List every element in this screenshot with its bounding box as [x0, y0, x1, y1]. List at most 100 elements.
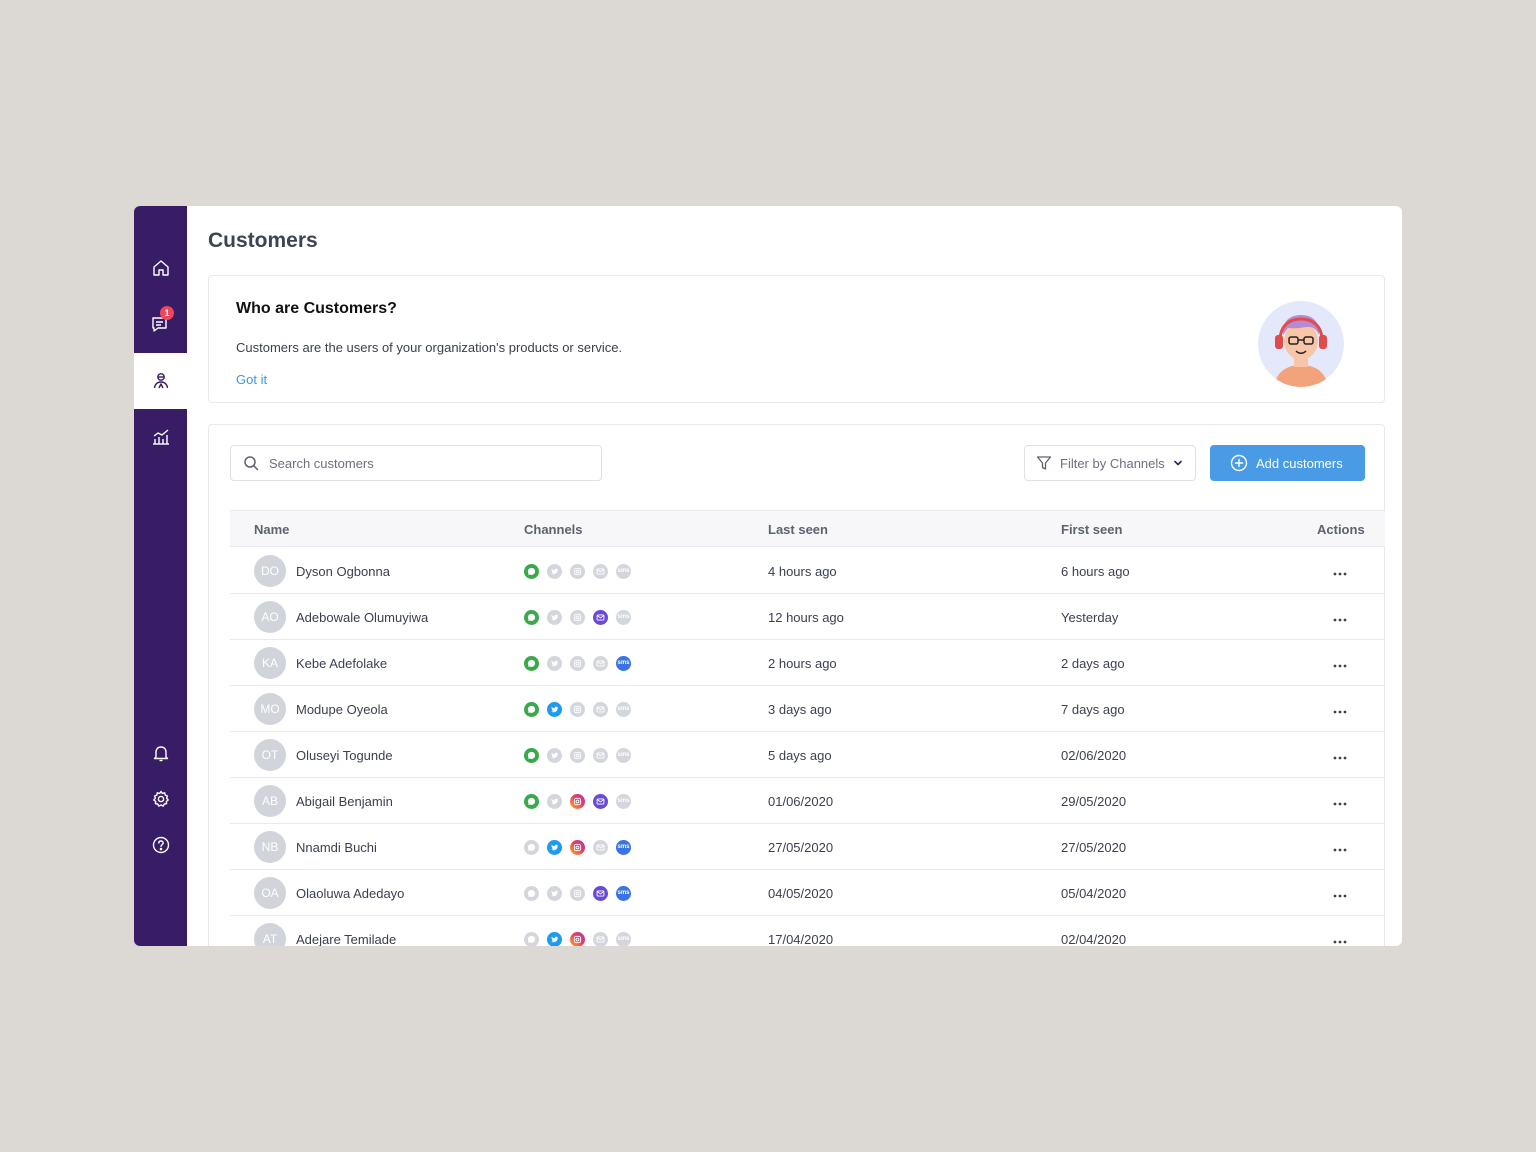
customer-name[interactable]: Nnamdi Buchi: [296, 840, 377, 855]
customers-icon: [153, 373, 168, 389]
last-seen-cell: 5 days ago: [768, 747, 832, 763]
header-first-seen[interactable]: First seen: [1061, 522, 1122, 537]
customer-name[interactable]: Olaoluwa Adedayo: [296, 886, 404, 901]
whatsapp-icon: [524, 563, 539, 579]
customer-name[interactable]: Dyson Ogbonna: [296, 564, 390, 579]
instagram-icon: [570, 747, 585, 763]
first-seen-cell: 7 days ago: [1061, 701, 1125, 717]
sms-icon: sms: [616, 655, 631, 671]
customer-name[interactable]: Adejare Temilade: [296, 932, 396, 947]
last-seen-cell: 12 hours ago: [768, 609, 844, 625]
avatar: OA: [254, 877, 286, 909]
got-it-link[interactable]: Got it: [236, 372, 267, 387]
name-cell: AO Adebowale Olumuyiwa: [254, 594, 428, 640]
last-seen-cell: 4 hours ago: [768, 563, 837, 579]
more-actions-icon[interactable]: [1333, 701, 1347, 717]
whatsapp-icon: [524, 609, 539, 625]
nav-messages[interactable]: 1: [134, 296, 187, 352]
sms-icon: sms: [616, 609, 631, 625]
sms-icon: sms: [616, 931, 631, 946]
twitter-icon: [547, 885, 562, 901]
search-icon: [244, 456, 259, 471]
more-actions-icon[interactable]: [1333, 931, 1347, 946]
nav-analytics[interactable]: [134, 409, 187, 465]
actions-cell: [1333, 594, 1347, 640]
more-actions-icon[interactable]: [1333, 885, 1347, 901]
more-actions-icon[interactable]: [1333, 793, 1347, 809]
more-actions-icon[interactable]: [1333, 563, 1347, 579]
last-seen-cell: 04/05/2020: [768, 885, 834, 901]
more-actions-icon[interactable]: [1333, 609, 1347, 625]
customer-name[interactable]: Adebowale Olumuyiwa: [296, 610, 428, 625]
channels-cell: sms: [524, 916, 639, 946]
last-seen-cell: 17/04/2020: [768, 931, 834, 947]
instagram-icon: [570, 931, 585, 946]
first-seen-cell: Yesterday: [1061, 609, 1119, 625]
twitter-icon: [547, 563, 562, 579]
avatar: DO: [254, 555, 286, 587]
add-customers-button[interactable]: Add customers: [1210, 445, 1365, 481]
header-name[interactable]: Name: [254, 522, 289, 537]
header-channels[interactable]: Channels: [524, 522, 583, 537]
table-row[interactable]: KA Kebe Adefolake sms 2 hours ago 2 days ago: [230, 640, 1385, 686]
nav-home[interactable]: [134, 240, 187, 296]
instagram-icon: [570, 655, 585, 671]
header-last-seen[interactable]: Last seen: [768, 522, 828, 537]
whatsapp-icon: [524, 931, 539, 946]
name-cell: OT Oluseyi Togunde: [254, 732, 393, 778]
table-row[interactable]: AT Adejare Temilade sms 17/04/2020 02/04/202…: [230, 916, 1385, 946]
whatsapp-icon: [524, 839, 539, 855]
first-seen-cell: 02/06/2020: [1061, 747, 1127, 763]
more-actions-icon[interactable]: [1333, 839, 1347, 855]
nav-help[interactable]: [134, 817, 187, 873]
instagram-icon: [570, 563, 585, 579]
name-cell: MO Modupe Oyeola: [254, 686, 388, 732]
table-row[interactable]: OT Oluseyi Togunde sms 5 days ago 02/06/2020: [230, 732, 1385, 778]
info-title: Who are Customers?: [236, 300, 397, 317]
channels-cell: sms: [524, 594, 639, 640]
sidebar: 1: [134, 206, 187, 946]
last-seen-cell: 01/06/2020: [768, 793, 834, 809]
first-seen-cell: 29/05/2020: [1061, 793, 1127, 809]
search-box[interactable]: [230, 445, 602, 481]
header-actions: Actions: [1317, 522, 1365, 537]
filter-icon: [1036, 456, 1052, 470]
table-row[interactable]: AB Abigail Benjamin sms 01/06/2020 29/05/202…: [230, 778, 1385, 824]
email-icon: [593, 655, 608, 671]
plus-circle-icon: [1230, 454, 1248, 472]
add-customers-label: Add customers: [1256, 455, 1343, 471]
twitter-icon: [547, 747, 562, 763]
email-icon: [593, 701, 608, 717]
table-row[interactable]: NB Nnamdi Buchi sms 27/05/2020 27/05/2020: [230, 824, 1385, 870]
table-row[interactable]: MO Modupe Oyeola sms 3 days ago 7 days ago: [230, 686, 1385, 732]
actions-cell: [1333, 870, 1347, 916]
analytics-icon: [152, 429, 169, 445]
whatsapp-icon: [524, 701, 539, 717]
table-row[interactable]: AO Adebowale Olumuyiwa sms 12 hours ago Yest…: [230, 594, 1385, 640]
search-input[interactable]: [269, 455, 589, 471]
actions-cell: [1333, 732, 1347, 778]
table-row[interactable]: OA Olaoluwa Adedayo sms 04/05/2020 05/04/202…: [230, 870, 1385, 916]
whatsapp-icon: [524, 793, 539, 809]
name-cell: OA Olaoluwa Adedayo: [254, 870, 404, 916]
twitter-icon: [547, 609, 562, 625]
customers-table-card: Filter by Channels Add customers Name Ch…: [208, 424, 1385, 946]
name-cell: DO Dyson Ogbonna: [254, 548, 390, 594]
whatsapp-icon: [524, 747, 539, 763]
customer-name[interactable]: Abigail Benjamin: [296, 794, 393, 809]
filter-dropdown[interactable]: Filter by Channels: [1024, 445, 1196, 481]
channels-cell: sms: [524, 732, 639, 778]
instagram-icon: [570, 701, 585, 717]
whatsapp-icon: [524, 655, 539, 671]
twitter-icon: [547, 839, 562, 855]
customer-name[interactable]: Oluseyi Togunde: [296, 748, 393, 763]
info-description: Customers are the users of your organiza…: [236, 340, 623, 355]
table-row[interactable]: DO Dyson Ogbonna sms 4 hours ago 6 hours ago: [230, 548, 1385, 594]
more-actions-icon[interactable]: [1333, 655, 1347, 671]
customer-name[interactable]: Kebe Adefolake: [296, 656, 387, 671]
more-actions-icon[interactable]: [1333, 747, 1347, 763]
first-seen-cell: 2 days ago: [1061, 655, 1125, 671]
nav-customers[interactable]: [134, 353, 187, 409]
email-icon: [593, 747, 608, 763]
customer-name[interactable]: Modupe Oyeola: [296, 702, 388, 717]
